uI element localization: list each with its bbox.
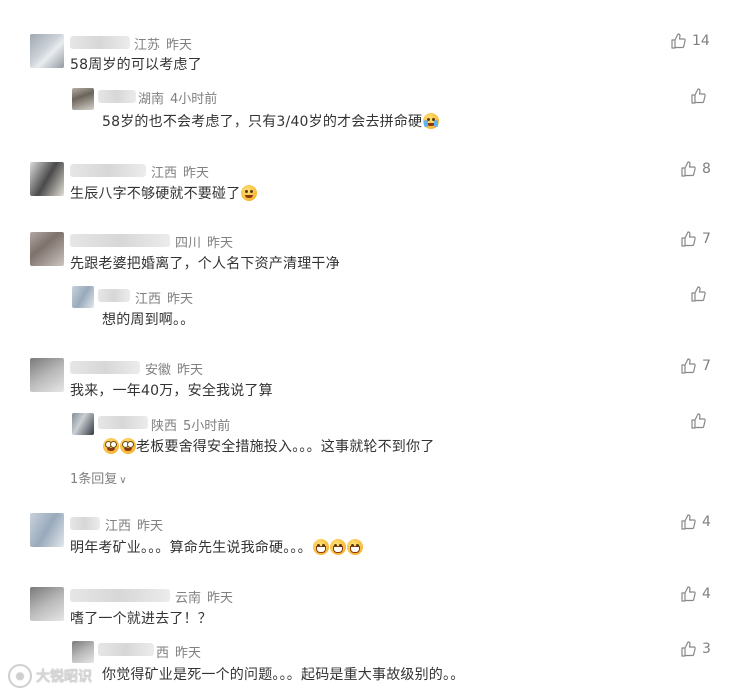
username[interactable] [70, 234, 170, 247]
thumbs-up-icon [691, 413, 706, 429]
location: 江苏 [134, 38, 161, 53]
eye-roll-face-icon [120, 438, 136, 454]
comment-text: 先跟老婆把婚离了，个人名下资产清理干净 [70, 256, 340, 272]
avatar[interactable] [72, 413, 94, 435]
like-button[interactable]: 3 [680, 641, 711, 657]
reply-meta: 湖南 4小时前 [138, 88, 217, 107]
like-count: 7 [702, 358, 711, 374]
like-button[interactable]: 4 [680, 586, 711, 602]
thumbs-up-icon [681, 641, 696, 657]
like-button[interactable]: 7 [680, 358, 711, 374]
timestamp: 昨天 [137, 519, 164, 534]
timestamp: 昨天 [177, 363, 204, 378]
thumbs-up-icon [671, 33, 686, 49]
avatar[interactable] [30, 358, 64, 392]
avatar[interactable] [72, 641, 94, 663]
crying-face-icon [423, 113, 440, 129]
reply-meta: 陕西 5小时前 [151, 415, 230, 434]
comment-text: 明年考矿业。。。算命先生说我命硬。。。 [70, 537, 363, 557]
reply-text: 你觉得矿业是死一个的问题。。。起码是重大事故级别的。。 [102, 667, 465, 683]
location: 江西 [151, 166, 178, 181]
avatar[interactable] [30, 513, 64, 547]
eye-roll-face-icon [103, 438, 119, 454]
location: 安徽 [145, 363, 172, 378]
thumbs-up-icon [681, 358, 696, 374]
username[interactable] [98, 90, 136, 103]
username[interactable] [70, 36, 130, 49]
username[interactable] [70, 164, 146, 177]
comment-meta: 江西 昨天 [151, 162, 209, 181]
timestamp: 昨天 [183, 166, 210, 181]
comment-meta: 云南 昨天 [175, 587, 233, 606]
timestamp: 昨天 [207, 236, 234, 251]
location: 江西 [135, 292, 162, 307]
like-button[interactable]: 8 [680, 161, 711, 177]
thumbs-up-icon [681, 161, 696, 177]
like-button[interactable]: 4 [680, 514, 711, 530]
comment-text: 生辰八字不够硬就不要碰了 [70, 183, 258, 203]
comment-meta: 江苏 昨天 [134, 34, 192, 53]
comment-text: 58周岁的可以考虑了 [70, 57, 202, 73]
reply-text: 老板要舍得安全措施投入。。。这事就轮不到你了 [102, 436, 434, 456]
comment-text: 我来，一年40万，安全我说了算 [70, 383, 273, 399]
username[interactable] [70, 517, 100, 530]
timestamp: 昨天 [175, 646, 202, 661]
comment-meta: 安徽 昨天 [145, 359, 203, 378]
avatar[interactable] [30, 232, 64, 266]
comment-meta: 四川 昨天 [175, 232, 233, 251]
username[interactable] [98, 416, 148, 429]
location: 湖南 [138, 92, 165, 107]
timestamp: 昨天 [167, 292, 194, 307]
like-count: 4 [702, 586, 711, 602]
reply-meta: 江西 昨天 [135, 288, 193, 307]
like-count: 14 [692, 33, 710, 49]
like-button[interactable] [690, 286, 706, 302]
like-button[interactable]: 7 [680, 231, 711, 247]
reply-text: 58岁的也不会考虑了，只有3/40岁的才会去拼命硬 [102, 111, 440, 131]
thumbs-up-icon [681, 514, 696, 530]
timestamp: 4小时前 [170, 92, 218, 107]
avatar[interactable] [72, 286, 94, 308]
timestamp: 昨天 [207, 591, 234, 606]
thumbs-up-icon [681, 586, 696, 602]
avatar[interactable] [30, 587, 64, 621]
comment-text: 嗜了一个就进去了！？ [70, 611, 212, 627]
like-count: 8 [702, 161, 711, 177]
username[interactable] [98, 643, 154, 656]
timestamp: 5小时前 [183, 419, 231, 434]
like-count: 3 [702, 641, 711, 657]
reply-meta: 西昨天 [156, 642, 201, 661]
timestamp: 昨天 [166, 38, 193, 53]
avatar[interactable] [30, 162, 64, 196]
grinning-face-icon [312, 539, 329, 555]
username[interactable] [98, 289, 130, 302]
thumbs-up-icon [691, 286, 706, 302]
like-button[interactable]: 14 [670, 33, 710, 49]
username[interactable] [70, 589, 170, 602]
location: 西 [156, 646, 170, 661]
avatar[interactable] [30, 34, 64, 68]
like-count: 7 [702, 231, 711, 247]
comment-meta: 江西 昨天 [105, 515, 163, 534]
reply-text: 想的周到啊。。 [102, 312, 195, 328]
watermark: ◉ 大锐昭识 [8, 664, 92, 688]
expand-replies-link[interactable]: 1条回复 ∨ [70, 468, 127, 487]
thumbs-up-icon [681, 231, 696, 247]
logo-icon: ◉ [8, 664, 32, 688]
grinning-face-icon [329, 539, 346, 555]
location: 陕西 [151, 419, 178, 434]
thumbs-up-icon [691, 88, 706, 104]
chevron-down-icon: ∨ [119, 475, 127, 486]
location: 江西 [105, 519, 132, 534]
zany-face-icon [241, 185, 258, 201]
like-count: 4 [702, 514, 711, 530]
username[interactable] [70, 361, 140, 374]
grinning-face-icon [346, 539, 363, 555]
location: 四川 [175, 236, 202, 251]
avatar[interactable] [72, 88, 94, 110]
location: 云南 [175, 591, 202, 606]
like-button[interactable] [690, 413, 706, 429]
like-button[interactable] [690, 88, 706, 104]
